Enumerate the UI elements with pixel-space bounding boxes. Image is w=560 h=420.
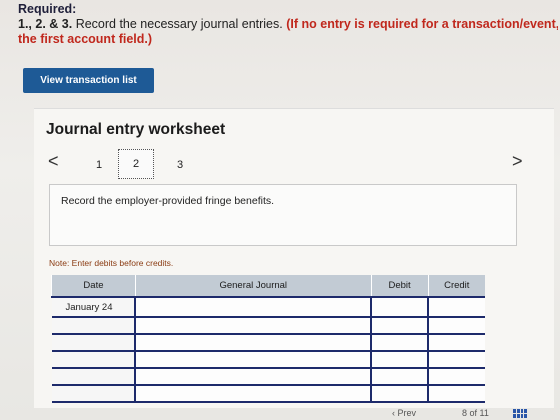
credit-input[interactable]: [428, 385, 485, 403]
grid-icon[interactable]: [513, 409, 527, 418]
instruction-box: Record the employer-provided fringe bene…: [49, 184, 517, 246]
table-row: [51, 368, 485, 386]
date-cell: [51, 385, 137, 403]
prev-button[interactable]: ‹ Prev: [392, 408, 416, 418]
required-note-2: the first account field.): [18, 32, 153, 46]
date-cell: [51, 368, 137, 386]
debits-note: Note: Enter debits before credits.: [49, 258, 174, 268]
footer-nav: ‹ Prev 8 of 11: [0, 408, 560, 420]
debit-input[interactable]: [371, 317, 430, 335]
header-date: Date: [51, 275, 136, 297]
credit-input[interactable]: [428, 351, 485, 369]
credit-input[interactable]: [428, 296, 485, 318]
journal-table: Date General Journal Debit Credit Januar…: [51, 275, 485, 403]
debit-input[interactable]: [371, 368, 430, 386]
view-transaction-list-button[interactable]: View transaction list: [23, 68, 154, 93]
debit-input[interactable]: [371, 385, 430, 403]
account-input[interactable]: [135, 317, 373, 335]
required-section: Required: 1., 2. & 3. Record the necessa…: [18, 2, 558, 47]
date-cell: [51, 334, 137, 352]
debit-input[interactable]: [371, 334, 430, 352]
debit-input[interactable]: [371, 296, 430, 318]
table-row: [51, 351, 485, 369]
table-row: [51, 385, 485, 403]
prev-arrow-icon[interactable]: <: [48, 151, 59, 172]
next-arrow-icon[interactable]: >: [512, 151, 523, 172]
required-heading: Required:: [18, 2, 77, 16]
credit-input[interactable]: [428, 317, 485, 335]
account-input[interactable]: [135, 368, 373, 386]
date-cell: [51, 317, 137, 335]
date-cell: [51, 351, 137, 369]
tab-3[interactable]: 3: [177, 159, 183, 171]
header-credit: Credit: [427, 275, 485, 297]
table-row: January 24: [51, 296, 485, 318]
tab-2-active[interactable]: 2: [118, 149, 154, 179]
date-cell: January 24: [51, 296, 137, 318]
account-input[interactable]: [135, 334, 373, 352]
header-general-journal: General Journal: [134, 275, 372, 297]
worksheet-title: Journal entry worksheet: [46, 121, 226, 138]
required-note-1: (If no entry is required for a transacti…: [286, 17, 558, 31]
required-instruction: Record the necessary journal entries.: [75, 17, 283, 31]
debit-input[interactable]: [371, 351, 430, 369]
table-row: [51, 317, 485, 335]
credit-input[interactable]: [428, 368, 485, 386]
required-numbers: 1., 2. & 3.: [18, 17, 73, 31]
required-line-1: 1., 2. & 3. Record the necessary journal…: [18, 17, 558, 32]
credit-input[interactable]: [428, 334, 485, 352]
journal-entry-worksheet: Journal entry worksheet < 1 2 3 > Record…: [34, 108, 554, 408]
account-input[interactable]: [135, 385, 373, 403]
page-indicator: 8 of 11: [462, 408, 489, 418]
table-row: [51, 334, 485, 352]
instruction-text: Record the employer-provided fringe bene…: [61, 195, 275, 207]
tab-1[interactable]: 1: [96, 159, 102, 171]
account-input[interactable]: [135, 296, 373, 318]
header-debit: Debit: [370, 275, 429, 297]
account-input[interactable]: [135, 351, 373, 369]
